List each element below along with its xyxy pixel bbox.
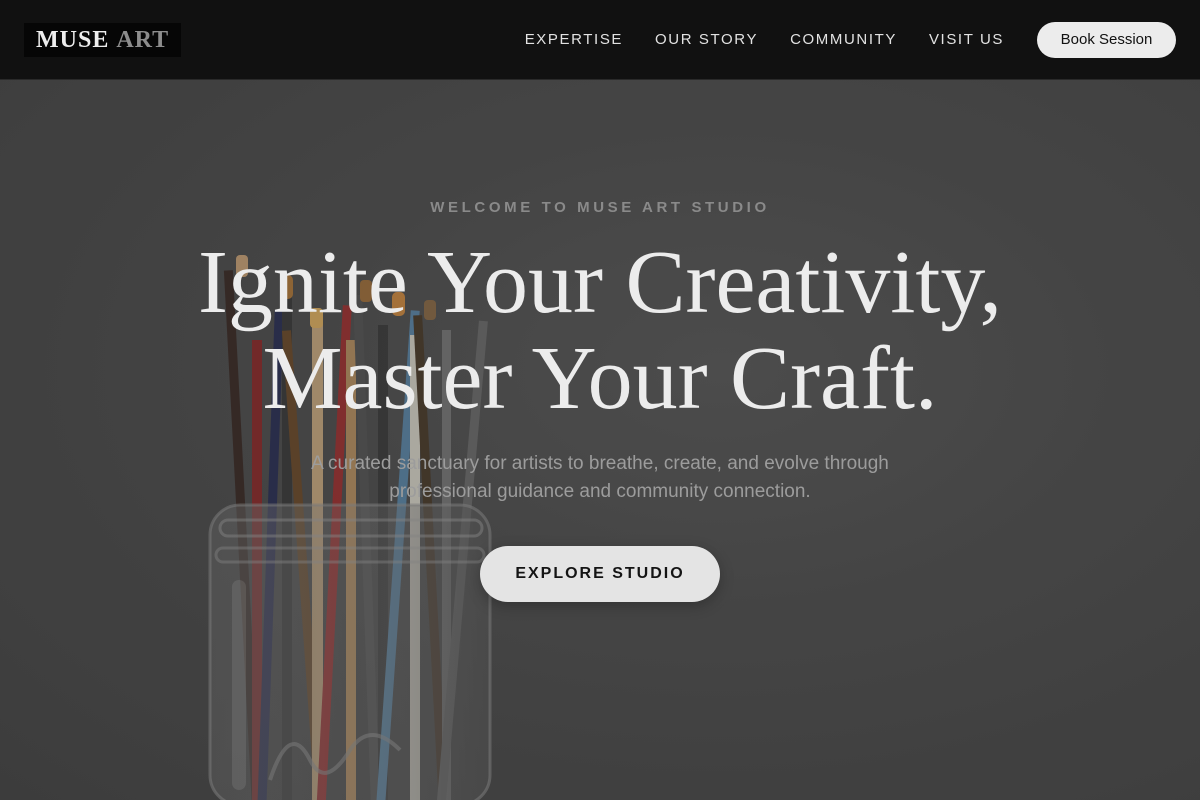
logo-word-art: ART	[116, 27, 170, 53]
hero-section: WELCOME TO MUSE ART STUDIO Ignite Your C…	[0, 80, 1200, 800]
hero-headline-line-2: Master Your Craft.	[262, 329, 938, 428]
hero-headline: Ignite Your Creativity, Master Your Craf…	[0, 235, 1200, 427]
nav-link-our-story[interactable]: OUR STORY	[655, 31, 758, 48]
main-nav: EXPERTISE OUR STORY COMMUNITY VISIT US B…	[525, 21, 1176, 58]
hero-eyebrow: WELCOME TO MUSE ART STUDIO	[430, 199, 770, 216]
book-session-button[interactable]: Book Session	[1037, 21, 1176, 58]
nav-link-visit-us[interactable]: VISIT US	[929, 31, 1004, 48]
hero-overlay	[0, 80, 1200, 800]
nav-link-expertise[interactable]: EXPERTISE	[525, 31, 623, 48]
hero-subtext: A curated sanctuary for artists to breat…	[0, 450, 1200, 506]
logo-word-muse: MUSE	[36, 27, 110, 53]
explore-studio-button[interactable]: EXPLORE STUDIO	[480, 546, 720, 602]
hero-subtext-line-1: A curated sanctuary for artists to breat…	[311, 453, 889, 474]
hero-headline-line-1: Ignite Your Creativity,	[197, 233, 1003, 332]
hero-subtext-line-2: professional guidance and community conn…	[389, 481, 811, 502]
logo[interactable]: MUSE ART	[24, 22, 182, 57]
nav-link-community[interactable]: COMMUNITY	[790, 31, 897, 48]
site-header: MUSE ART EXPERTISE OUR STORY COMMUNITY V…	[0, 0, 1200, 80]
